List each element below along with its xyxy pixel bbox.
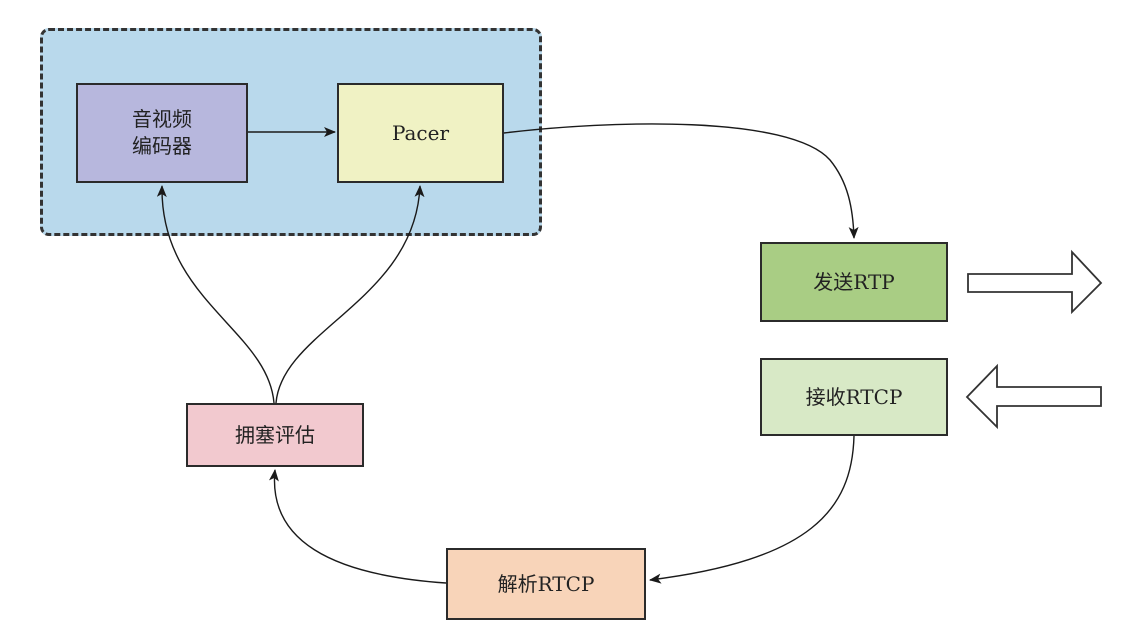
edge-pacer-to-send-rtp <box>503 123 859 239</box>
edge-congestion-to-codec <box>156 185 275 404</box>
edge-congestion-to-pacer <box>275 185 425 404</box>
outgoing-arrow-icon <box>967 249 1103 315</box>
connectors-layer <box>156 123 1103 584</box>
edge-parse-to-congestion <box>268 469 447 584</box>
flow-diagram: 音视频 编码器 Pacer 发送RTP 接收RTCP 拥塞评估 解析RTCP <box>0 0 1132 634</box>
incoming-arrow-icon <box>965 363 1102 430</box>
edge-recv-to-parse-rtcp <box>649 435 855 584</box>
